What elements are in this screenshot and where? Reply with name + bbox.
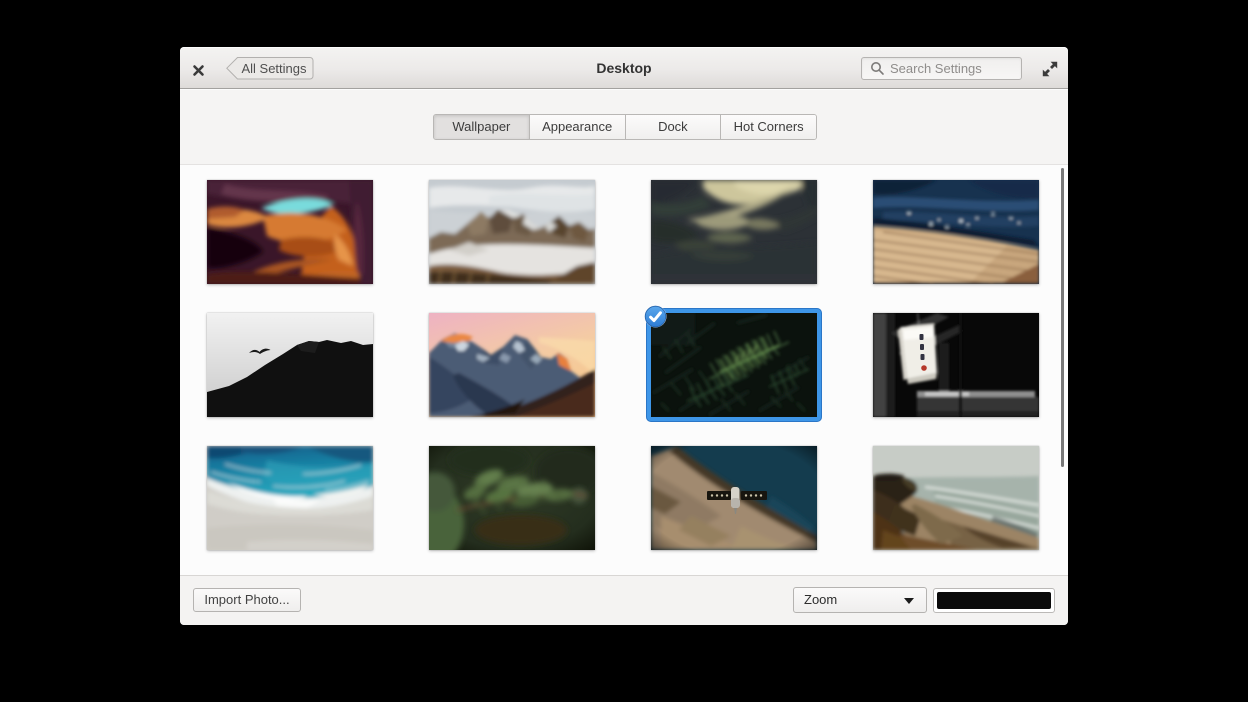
svg-text:All Settings: All Settings	[241, 61, 307, 76]
